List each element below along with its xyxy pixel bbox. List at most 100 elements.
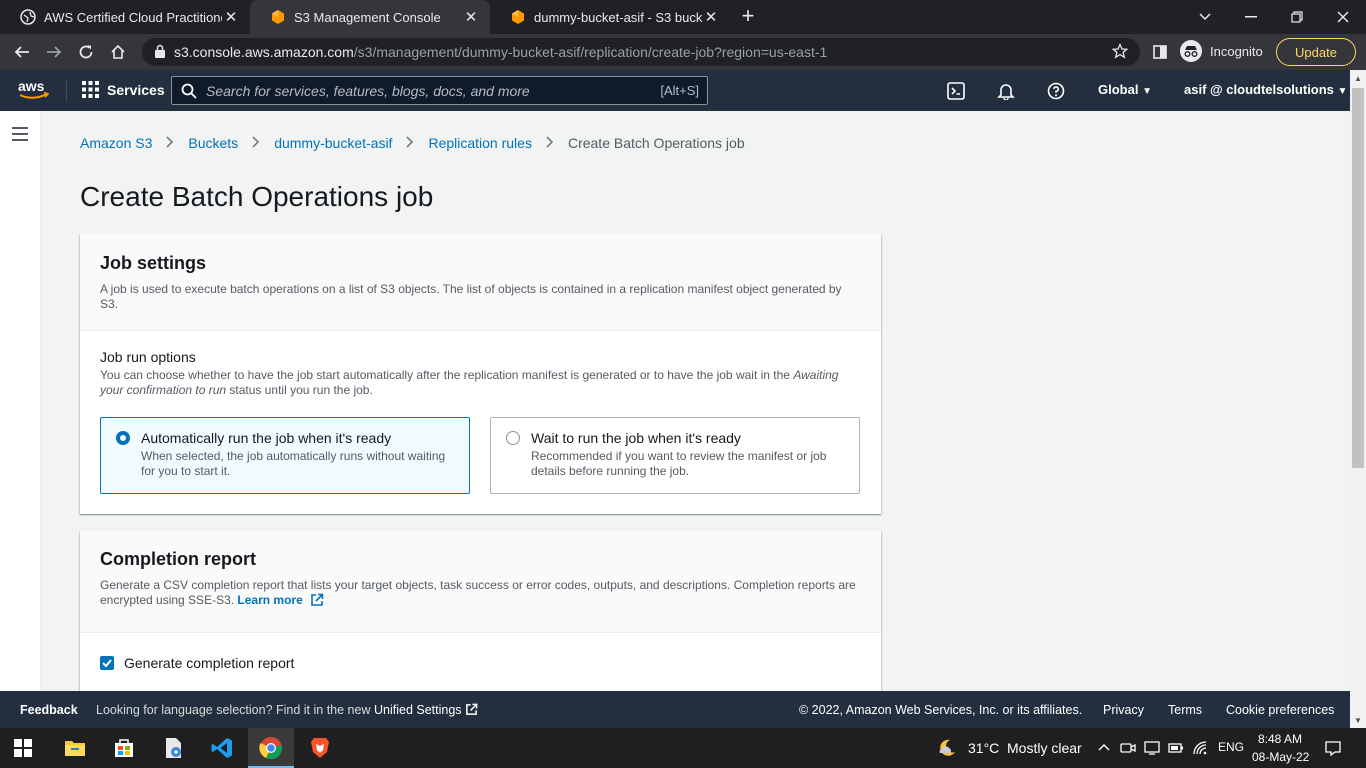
option-run-automatically[interactable]: Automatically run the job when it's read… [100,417,470,494]
region-selector[interactable]: Global ▼ [1098,82,1152,97]
learn-more-link[interactable]: Learn more [237,593,324,607]
clock-time[interactable]: 8:48 AM [1258,732,1302,746]
scroll-up-icon[interactable]: ▲ [1353,74,1363,84]
side-navigation-collapsed [0,111,41,691]
page-title: Create Batch Operations job [80,181,434,212]
scrollbar-thumb[interactable] [1352,88,1364,468]
aws-search-box[interactable]: [Alt+S] [171,76,708,105]
close-tab-icon[interactable]: ✕ [222,8,240,26]
menu-hamburger-icon[interactable] [12,127,28,141]
terms-link[interactable]: Terms [1168,703,1202,717]
chevron-up-icon[interactable] [1098,742,1110,754]
breadcrumb: Amazon S3 Buckets dummy-bucket-asif Repl… [80,135,745,151]
document-app-icon[interactable] [161,736,185,760]
meet-now-icon[interactable] [1120,740,1136,756]
battery-icon[interactable] [1168,740,1184,756]
address-bar[interactable]: s3.console.aws.amazon.com/s3/management/… [142,38,1140,66]
browser-tab-dummy-bucket[interactable]: dummy-bucket-asif - S3 bucket ✕ [490,0,730,34]
search-icon [181,83,197,99]
weather-moon-icon[interactable] [936,737,958,759]
page-scrollbar[interactable]: ▲ ▼ [1350,70,1366,728]
breadcrumb-amazon-s3[interactable]: Amazon S3 [80,135,152,151]
privacy-link[interactable]: Privacy [1103,703,1144,717]
region-label: Global [1098,82,1139,97]
panel-description: Generate a CSV completion report that li… [100,578,861,608]
breadcrumb-buckets[interactable]: Buckets [188,135,238,151]
search-shortcut: [Alt+S] [660,83,699,98]
option-title: Automatically run the job when it's read… [141,430,392,446]
brave-icon[interactable] [308,736,332,760]
option-description: Recommended if you want to review the ma… [531,449,827,478]
wifi-icon[interactable] [1192,740,1208,756]
close-tab-icon[interactable]: ✕ [702,8,720,26]
job-run-options-label: Job run options [100,349,196,365]
help-icon[interactable] [1046,81,1066,101]
tab-title: S3 Management Console [294,9,441,25]
account-menu[interactable]: asif @ cloudtelsolutions ▼ [1184,82,1347,97]
chevron-right-icon [406,135,414,151]
language-notice-text: Looking for language selection? Find it … [96,703,371,717]
minimize-icon[interactable] [1228,0,1274,34]
browser-tab-aws-certified[interactable]: AWS Certified Cloud Practitioner ✕ [0,0,250,34]
back-icon[interactable] [10,40,34,64]
display-icon[interactable] [1144,740,1160,756]
microsoft-store-icon[interactable] [112,736,136,760]
incognito-icon [1180,40,1202,62]
panel-header: Completion report Generate a CSV complet… [80,531,881,633]
file-explorer-icon[interactable] [63,736,87,760]
radio-selected[interactable] [116,431,130,445]
aws-service-icon [512,10,524,24]
breadcrumb-current: Create Batch Operations job [567,135,745,151]
hint-text: You can choose whether to have the job s… [100,368,790,382]
weather-temp: 31°C [968,740,1000,756]
notification-center-icon[interactable] [1325,740,1341,756]
input-language[interactable]: ENG [1218,740,1244,754]
learn-more-label: Learn more [237,593,303,607]
forward-icon[interactable] [42,40,66,64]
external-link-icon [465,703,477,715]
option-wait-to-run[interactable]: Wait to run the job when it's ready Reco… [490,417,860,494]
vscode-icon[interactable] [210,736,234,760]
notifications-bell-icon[interactable] [996,81,1016,101]
main-content: Amazon S3 Buckets dummy-bucket-asif Repl… [41,111,1350,691]
unified-settings-link[interactable]: Unified Settings [374,703,478,717]
checkbox-checked-icon[interactable] [100,656,114,670]
generate-completion-report-checkbox[interactable]: Generate completion report [100,655,861,671]
breadcrumb-bucket[interactable]: dummy-bucket-asif [274,135,392,151]
aws-search-input[interactable] [206,81,646,101]
job-settings-panel: Job settings A job is used to execute ba… [80,234,881,514]
feedback-link[interactable]: Feedback [20,703,78,717]
bookmark-star-icon[interactable] [1112,43,1128,59]
windows-start-icon[interactable] [14,739,32,757]
scroll-down-icon[interactable]: ▼ [1353,716,1363,726]
close-tab-icon[interactable]: ✕ [462,8,480,26]
breadcrumb-replication-rules[interactable]: Replication rules [428,135,532,151]
language-notice: Looking for language selection? Find it … [96,703,478,717]
incognito-label: Incognito [1210,43,1263,59]
side-panel-icon[interactable] [1148,40,1172,64]
home-icon[interactable] [106,40,130,64]
incognito-indicator[interactable]: Incognito [1180,40,1263,62]
cookie-preferences-link[interactable]: Cookie preferences [1226,703,1334,717]
restore-icon[interactable] [1274,0,1320,34]
chrome-icon[interactable] [259,736,283,760]
aws-top-navigation: aws Services [Alt+S] Global ▼ asif @ clo… [0,70,1350,111]
browser-tab-s3-console[interactable]: S3 Management Console ✕ [250,0,490,34]
radio-unselected[interactable] [506,431,520,445]
chrome-update-button[interactable]: Update [1276,38,1356,66]
chevron-right-icon [252,135,260,151]
option-description: When selected, the job automatically run… [141,449,446,478]
aws-logo-text: aws [18,79,45,94]
services-menu-button[interactable]: Services [82,81,165,98]
url-path: /s3/management/dummy-bucket-asif/replica… [353,44,828,60]
new-tab-icon[interactable]: + [736,5,760,29]
browser-tab-strip: AWS Certified Cloud Practitioner ✕ S3 Ma… [0,0,1366,34]
tab-search-icon[interactable] [1182,0,1228,34]
aws-logo[interactable]: aws [18,79,50,101]
job-run-options-hint: You can choose whether to have the job s… [100,368,861,398]
panel-title: Job settings [100,253,207,273]
reload-icon[interactable] [74,40,98,64]
cloudshell-icon[interactable] [946,81,966,101]
clock-date[interactable]: 08-May-22 [1252,750,1309,764]
close-window-icon[interactable] [1320,0,1366,34]
